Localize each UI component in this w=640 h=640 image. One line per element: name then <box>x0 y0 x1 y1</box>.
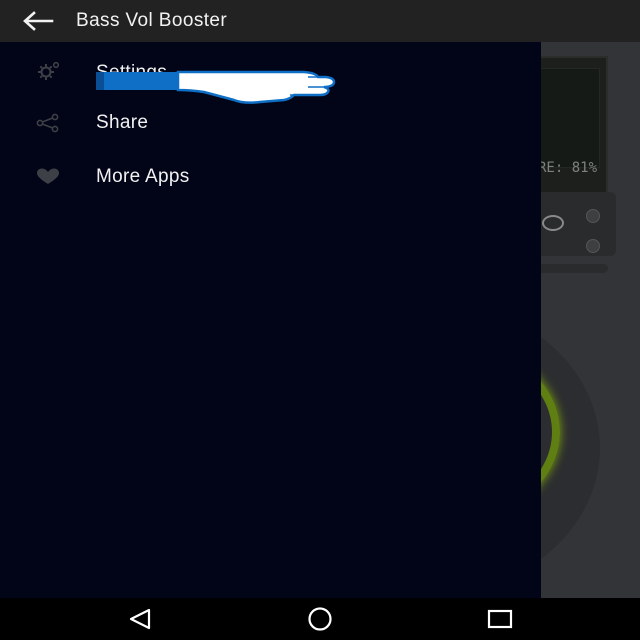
gear-icon <box>34 61 62 81</box>
toggle-circle <box>542 215 564 231</box>
back-button[interactable] <box>0 0 76 42</box>
nav-back-button[interactable] <box>110 604 170 634</box>
drawer-item-more-apps[interactable]: More Apps <box>0 150 541 204</box>
slider-track <box>540 264 608 273</box>
control-button-lower <box>586 239 600 253</box>
drawer-item-label: More Apps <box>96 166 190 187</box>
arrow-left-icon <box>23 11 54 31</box>
system-nav-bar <box>0 598 640 640</box>
background-app-content: RE: 81% <box>540 42 640 598</box>
nav-home-button[interactable] <box>290 604 350 634</box>
nav-recents-square-icon <box>487 609 513 629</box>
app-bar: Bass Vol Booster <box>0 0 640 42</box>
navigation-drawer: Settings Share More Apps <box>0 42 541 598</box>
drawer-item-label: Share <box>96 112 149 133</box>
nav-back-triangle-icon <box>129 608 151 630</box>
heart-icon <box>34 167 62 187</box>
nav-home-circle-icon <box>308 607 332 631</box>
nav-recents-button[interactable] <box>470 604 530 634</box>
control-button-upper <box>586 209 600 223</box>
lcd-screen <box>540 68 600 168</box>
pointing-hand-icon <box>94 70 344 108</box>
app-title: Bass Vol Booster <box>76 10 228 31</box>
share-icon <box>34 113 62 133</box>
lcd-readout: RE: 81% <box>540 160 598 176</box>
